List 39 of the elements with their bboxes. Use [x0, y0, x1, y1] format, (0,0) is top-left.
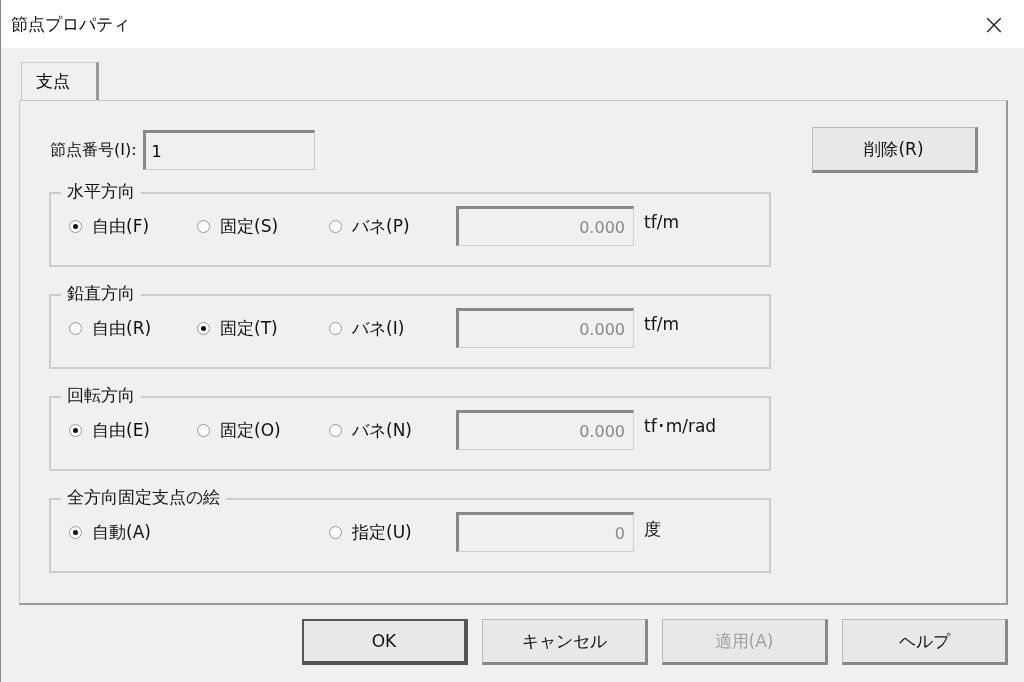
- radio-option[interactable]: 自動(A): [69, 512, 197, 552]
- radio-option[interactable]: バネ(N): [329, 410, 456, 450]
- unit-label: tf/m: [643, 212, 680, 232]
- window-title: 節点プロパティ: [11, 12, 130, 36]
- radio-button[interactable]: [197, 423, 210, 437]
- radio-option[interactable]: 自由(F): [69, 206, 197, 246]
- unit-label: tf/m: [643, 314, 680, 334]
- radio-button[interactable]: [69, 423, 82, 437]
- group-title: 水平方向: [61, 180, 141, 203]
- radio-option[interactable]: 固定(S): [197, 206, 329, 246]
- group-title: 回転方向: [61, 384, 141, 407]
- unit-label: 度: [643, 518, 662, 541]
- field-label: 節点番号(I):: [50, 139, 137, 161]
- radio-option[interactable]: バネ(P): [329, 206, 456, 246]
- radio-button[interactable]: [197, 321, 210, 335]
- delete-button[interactable]: 削除(R): [812, 127, 978, 173]
- dialog-button[interactable]: ヘルプ: [842, 619, 1008, 665]
- radio-button[interactable]: [329, 525, 342, 539]
- radio-button[interactable]: [329, 321, 342, 335]
- dialog-button[interactable]: キャンセル: [482, 619, 648, 665]
- radio-option[interactable]: 自由(R): [69, 308, 197, 348]
- radio-option[interactable]: バネ(I): [329, 308, 456, 348]
- unit-label: tf･m/rad: [643, 416, 718, 436]
- close-button[interactable]: ×: [964, 0, 1024, 48]
- tab[interactable]: 支点: [21, 62, 99, 100]
- radio-option[interactable]: 固定(O): [197, 410, 329, 450]
- group-title: 鉛直方向: [61, 282, 141, 305]
- radio-button[interactable]: [69, 219, 82, 233]
- radio-button[interactable]: [69, 525, 82, 539]
- radio-option[interactable]: 自由(E): [69, 410, 197, 450]
- group-title: 全方向固定支点の絵: [61, 486, 226, 509]
- radio-button[interactable]: [69, 321, 82, 335]
- dialog-button[interactable]: OK: [302, 619, 468, 665]
- node-number-field[interactable]: 1: [142, 130, 315, 170]
- radio-option[interactable]: 固定(T): [197, 308, 329, 348]
- radio-button[interactable]: [329, 423, 342, 437]
- radio-option[interactable]: 指定(U): [329, 512, 456, 552]
- radio-button[interactable]: [329, 219, 342, 233]
- radio-button[interactable]: [197, 219, 210, 233]
